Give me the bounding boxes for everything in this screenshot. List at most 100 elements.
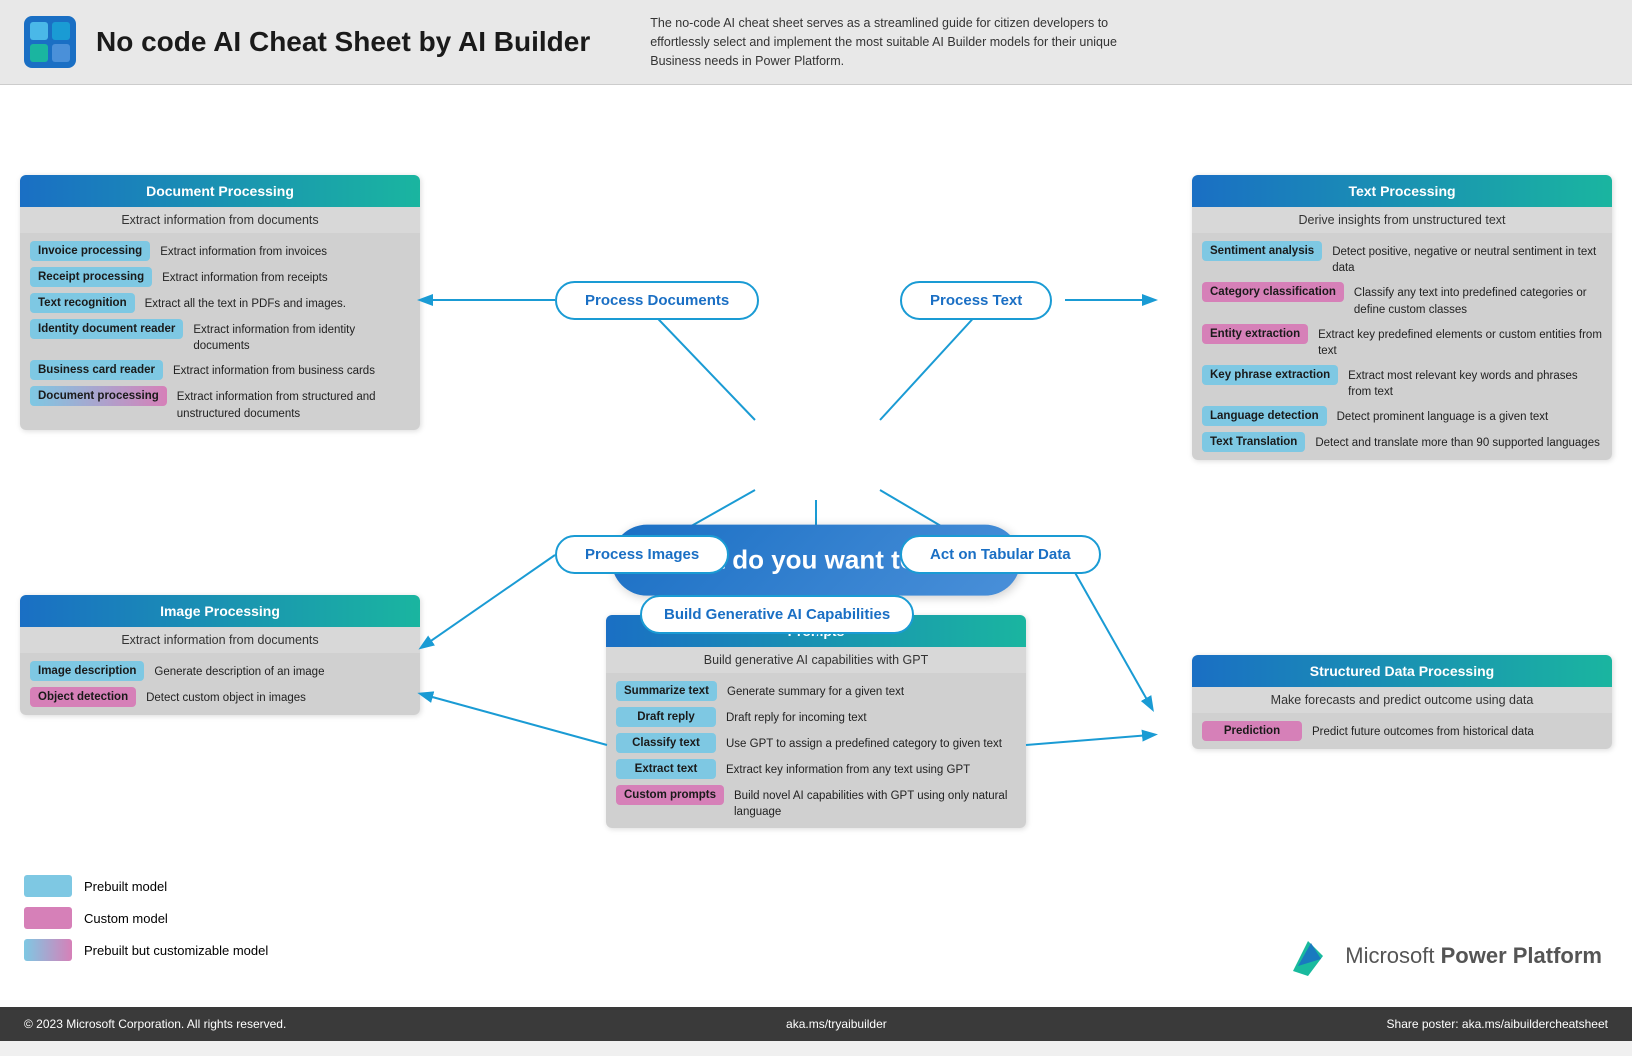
tag-image-desc: Image description [30, 661, 144, 681]
desc-sentiment: Detect positive, negative or neutral sen… [1332, 241, 1602, 276]
footer-copyright: © 2023 Microsoft Corporation. All rights… [24, 1017, 286, 1031]
desc-prediction: Predict future outcomes from historical … [1312, 721, 1534, 740]
desc-category: Classify any text into predefined catego… [1354, 282, 1602, 317]
tag-text-recognition: Text recognition [30, 293, 135, 313]
table-row: Sentiment analysis Detect positive, nega… [1202, 241, 1602, 276]
table-row: Prediction Predict future outcomes from … [1202, 721, 1602, 741]
build-generative-node: Build Generative AI Capabilities [640, 595, 914, 634]
main-content: What do you want to do? Process Document… [0, 85, 1632, 1041]
table-row: Image description Generate description o… [30, 661, 410, 681]
table-row: Document processing Extract information … [30, 386, 410, 421]
text-panel-body: Sentiment analysis Detect positive, nega… [1192, 233, 1612, 460]
table-row: Extract text Extract key information fro… [616, 759, 1016, 779]
tag-prediction: Prediction [1202, 721, 1302, 741]
header-description: The no-code AI cheat sheet serves as a s… [650, 14, 1150, 70]
table-row: Identity document reader Extract informa… [30, 319, 410, 354]
table-row: Business card reader Extract information… [30, 360, 410, 380]
tag-invoice-processing: Invoice processing [30, 241, 150, 261]
desc-invoice: Extract information from invoices [160, 241, 327, 260]
legend-item-customizable: Prebuilt but customizable model [24, 939, 268, 961]
desc-doc-processing: Extract information from structured and … [177, 386, 410, 421]
table-row: Text Translation Detect and translate mo… [1202, 432, 1602, 452]
prompts-panel-body: Summarize text Generate summary for a gi… [606, 673, 1026, 828]
ai-builder-logo [24, 16, 76, 68]
page-title: No code AI Cheat Sheet by AI Builder [96, 26, 590, 58]
prompts-panel: Prompts Build generative AI capabilities… [606, 615, 1026, 828]
footer-link: aka.ms/tryaibuilder [786, 1017, 887, 1031]
legend-box-custom [24, 907, 72, 929]
process-documents-node: Process Documents [555, 281, 759, 320]
desc-entity: Extract key predefined elements or custo… [1318, 324, 1602, 359]
table-row: Entity extraction Extract key predefined… [1202, 324, 1602, 359]
desc-classify-text: Use GPT to assign a predefined category … [726, 733, 1002, 752]
tag-custom-prompts: Custom prompts [616, 785, 724, 805]
table-row: Classify text Use GPT to assign a predef… [616, 733, 1016, 753]
desc-object-detection: Detect custom object in images [146, 687, 306, 706]
struct-panel-subheader: Make forecasts and predict outcome using… [1192, 687, 1612, 713]
tag-receipt-processing: Receipt processing [30, 267, 152, 287]
table-row: Category classification Classify any tex… [1202, 282, 1602, 317]
doc-panel-subheader: Extract information from documents [20, 207, 420, 233]
header: No code AI Cheat Sheet by AI Builder The… [0, 0, 1632, 85]
legend-label-prebuilt: Prebuilt model [84, 879, 167, 894]
doc-panel-header: Document Processing [20, 175, 420, 207]
desc-keyphrase: Extract most relevant key words and phra… [1348, 365, 1602, 400]
tag-extract-text: Extract text [616, 759, 716, 779]
prompts-panel-subheader: Build generative AI capabilities with GP… [606, 647, 1026, 673]
tag-identity-doc: Identity document reader [30, 319, 183, 339]
table-row: Key phrase extraction Extract most relev… [1202, 365, 1602, 400]
tag-keyphrase: Key phrase extraction [1202, 365, 1338, 385]
doc-processing-panel: Document Processing Extract information … [20, 175, 420, 429]
table-row: Summarize text Generate summary for a gi… [616, 681, 1016, 701]
process-text-node: Process Text [900, 281, 1052, 320]
text-panel-subheader: Derive insights from unstructured text [1192, 207, 1612, 233]
table-row: Text recognition Extract all the text in… [30, 293, 410, 313]
tag-text-translation: Text Translation [1202, 432, 1305, 452]
legend-label-customizable: Prebuilt but customizable model [84, 943, 268, 958]
process-images-node: Process Images [555, 535, 729, 574]
legend-item-prebuilt: Prebuilt model [24, 875, 268, 897]
desc-business-card: Extract information from business cards [173, 360, 375, 379]
desc-summarize: Generate summary for a given text [727, 681, 904, 700]
struct-panel-header: Structured Data Processing [1192, 655, 1612, 687]
desc-extract-text: Extract key information from any text us… [726, 759, 970, 778]
tag-summarize: Summarize text [616, 681, 717, 701]
struct-panel-body: Prediction Predict future outcomes from … [1192, 713, 1612, 749]
tag-draft-reply: Draft reply [616, 707, 716, 727]
table-row: Custom prompts Build novel AI capabiliti… [616, 785, 1016, 820]
legend-label-custom: Custom model [84, 911, 168, 926]
img-panel-header: Image Processing [20, 595, 420, 627]
desc-identity-doc: Extract information from identity docume… [193, 319, 410, 354]
table-row: Language detection Detect prominent lang… [1202, 406, 1602, 426]
footer: © 2023 Microsoft Corporation. All rights… [0, 1007, 1632, 1041]
desc-lang-detection: Detect prominent language is a given tex… [1337, 406, 1549, 425]
desc-image-desc: Generate description of an image [154, 661, 324, 680]
power-platform-icon [1283, 931, 1333, 981]
power-platform-logo-area: Microsoft Power Platform [1283, 931, 1602, 981]
desc-receipt: Extract information from receipts [162, 267, 328, 286]
structured-data-panel: Structured Data Processing Make forecast… [1192, 655, 1612, 749]
text-processing-panel: Text Processing Derive insights from uns… [1192, 175, 1612, 460]
legend: Prebuilt model Custom model Prebuilt but… [24, 875, 268, 961]
desc-draft-reply: Draft reply for incoming text [726, 707, 867, 726]
text-panel-header: Text Processing [1192, 175, 1612, 207]
tag-entity: Entity extraction [1202, 324, 1308, 344]
img-panel-subheader: Extract information from documents [20, 627, 420, 653]
legend-box-prebuilt [24, 875, 72, 897]
tag-classify-text: Classify text [616, 733, 716, 753]
desc-text-recognition: Extract all the text in PDFs and images. [145, 293, 346, 312]
legend-item-custom: Custom model [24, 907, 268, 929]
legend-box-customizable [24, 939, 72, 961]
table-row: Receipt processing Extract information f… [30, 267, 410, 287]
tag-doc-processing: Document processing [30, 386, 167, 406]
table-row: Invoice processing Extract information f… [30, 241, 410, 261]
desc-text-translation: Detect and translate more than 90 suppor… [1315, 432, 1600, 451]
pp-brand-text: Microsoft Power Platform [1345, 943, 1602, 969]
tag-business-card: Business card reader [30, 360, 163, 380]
img-processing-panel: Image Processing Extract information fro… [20, 595, 420, 715]
tag-object-detection: Object detection [30, 687, 136, 707]
tag-sentiment: Sentiment analysis [1202, 241, 1322, 261]
doc-panel-body: Invoice processing Extract information f… [20, 233, 420, 429]
table-row: Draft reply Draft reply for incoming tex… [616, 707, 1016, 727]
table-row: Object detection Detect custom object in… [30, 687, 410, 707]
